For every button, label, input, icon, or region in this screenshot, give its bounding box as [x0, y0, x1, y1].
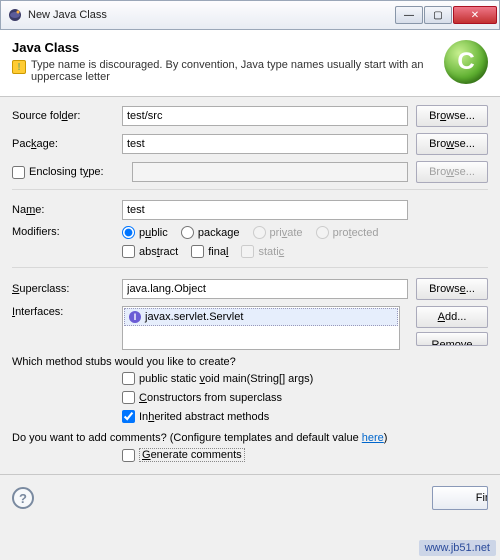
- enclosing-type-input: [132, 162, 408, 182]
- enclosing-type-browse-button: Browse...: [416, 161, 488, 183]
- class-badge-icon: C: [444, 40, 488, 84]
- separator: [12, 267, 488, 268]
- configure-here-link[interactable]: here: [362, 432, 384, 444]
- titlebar: New Java Class — ▢ ✕: [0, 0, 500, 30]
- superclass-input[interactable]: [122, 279, 408, 299]
- close-button[interactable]: ✕: [453, 6, 497, 24]
- modifier-package-radio[interactable]: package: [181, 226, 240, 239]
- stubs-question: Which method stubs would you like to cre…: [12, 356, 488, 368]
- button-bar: ? Finis: [0, 474, 500, 522]
- superclass-label: Superclass:: [12, 283, 122, 295]
- enclosing-type-checkbox[interactable]: Enclosing type:: [12, 166, 122, 179]
- interface-item[interactable]: I javax.servlet.Servlet: [124, 308, 398, 326]
- modifier-static-checkbox: static: [241, 245, 284, 258]
- warning-icon: !: [12, 60, 26, 74]
- window-title: New Java Class: [28, 9, 395, 21]
- separator: [12, 189, 488, 190]
- finish-button[interactable]: Finis: [432, 486, 488, 510]
- modifier-public-radio[interactable]: public: [122, 226, 168, 239]
- modifiers-label: Modifiers:: [12, 226, 122, 238]
- interface-item-text: javax.servlet.Servlet: [145, 311, 243, 323]
- name-input[interactable]: [122, 200, 408, 220]
- interface-icon: I: [129, 311, 141, 323]
- interfaces-list[interactable]: I javax.servlet.Servlet: [122, 306, 400, 350]
- interfaces-remove-button[interactable]: Remove: [416, 332, 488, 346]
- name-label: Name:: [12, 204, 122, 216]
- interfaces-add-button[interactable]: Add...: [416, 306, 488, 328]
- stub-constructors-checkbox[interactable]: Constructors from superclass: [122, 391, 282, 404]
- superclass-browse-button[interactable]: Browse...: [416, 278, 488, 300]
- modifier-protected-radio: protected: [316, 226, 379, 239]
- warning-text: Type name is discouraged. By convention,…: [31, 59, 436, 83]
- stub-inherited-checkbox[interactable]: Inherited abstract methods: [122, 410, 269, 423]
- watermark: www.jb51.net: [419, 540, 496, 556]
- source-folder-browse-button[interactable]: Browse...: [416, 105, 488, 127]
- source-folder-input[interactable]: [122, 106, 408, 126]
- generate-comments-checkbox[interactable]: Generate comments: [122, 448, 245, 462]
- minimize-button[interactable]: —: [395, 6, 423, 24]
- package-label: Package:: [12, 138, 122, 150]
- form-content: Source folder: Browse... Package: Browse…: [0, 97, 500, 474]
- eclipse-icon: [7, 7, 23, 23]
- interfaces-label: Interfaces:: [12, 306, 122, 318]
- package-input[interactable]: [122, 134, 408, 154]
- comments-question: Do you want to add comments? (Configure …: [12, 432, 488, 444]
- maximize-button[interactable]: ▢: [424, 6, 452, 24]
- wizard-banner: Java Class ! Type name is discouraged. B…: [0, 30, 500, 97]
- source-folder-label: Source folder:: [12, 110, 122, 122]
- stub-main-checkbox[interactable]: public static void main(String[] args): [122, 372, 313, 385]
- help-button[interactable]: ?: [12, 487, 34, 509]
- modifier-final-checkbox[interactable]: final: [191, 245, 228, 258]
- modifier-abstract-checkbox[interactable]: abstract: [122, 245, 178, 258]
- banner-heading: Java Class: [12, 40, 436, 55]
- modifier-private-radio: private: [253, 226, 303, 239]
- package-browse-button[interactable]: Browse...: [416, 133, 488, 155]
